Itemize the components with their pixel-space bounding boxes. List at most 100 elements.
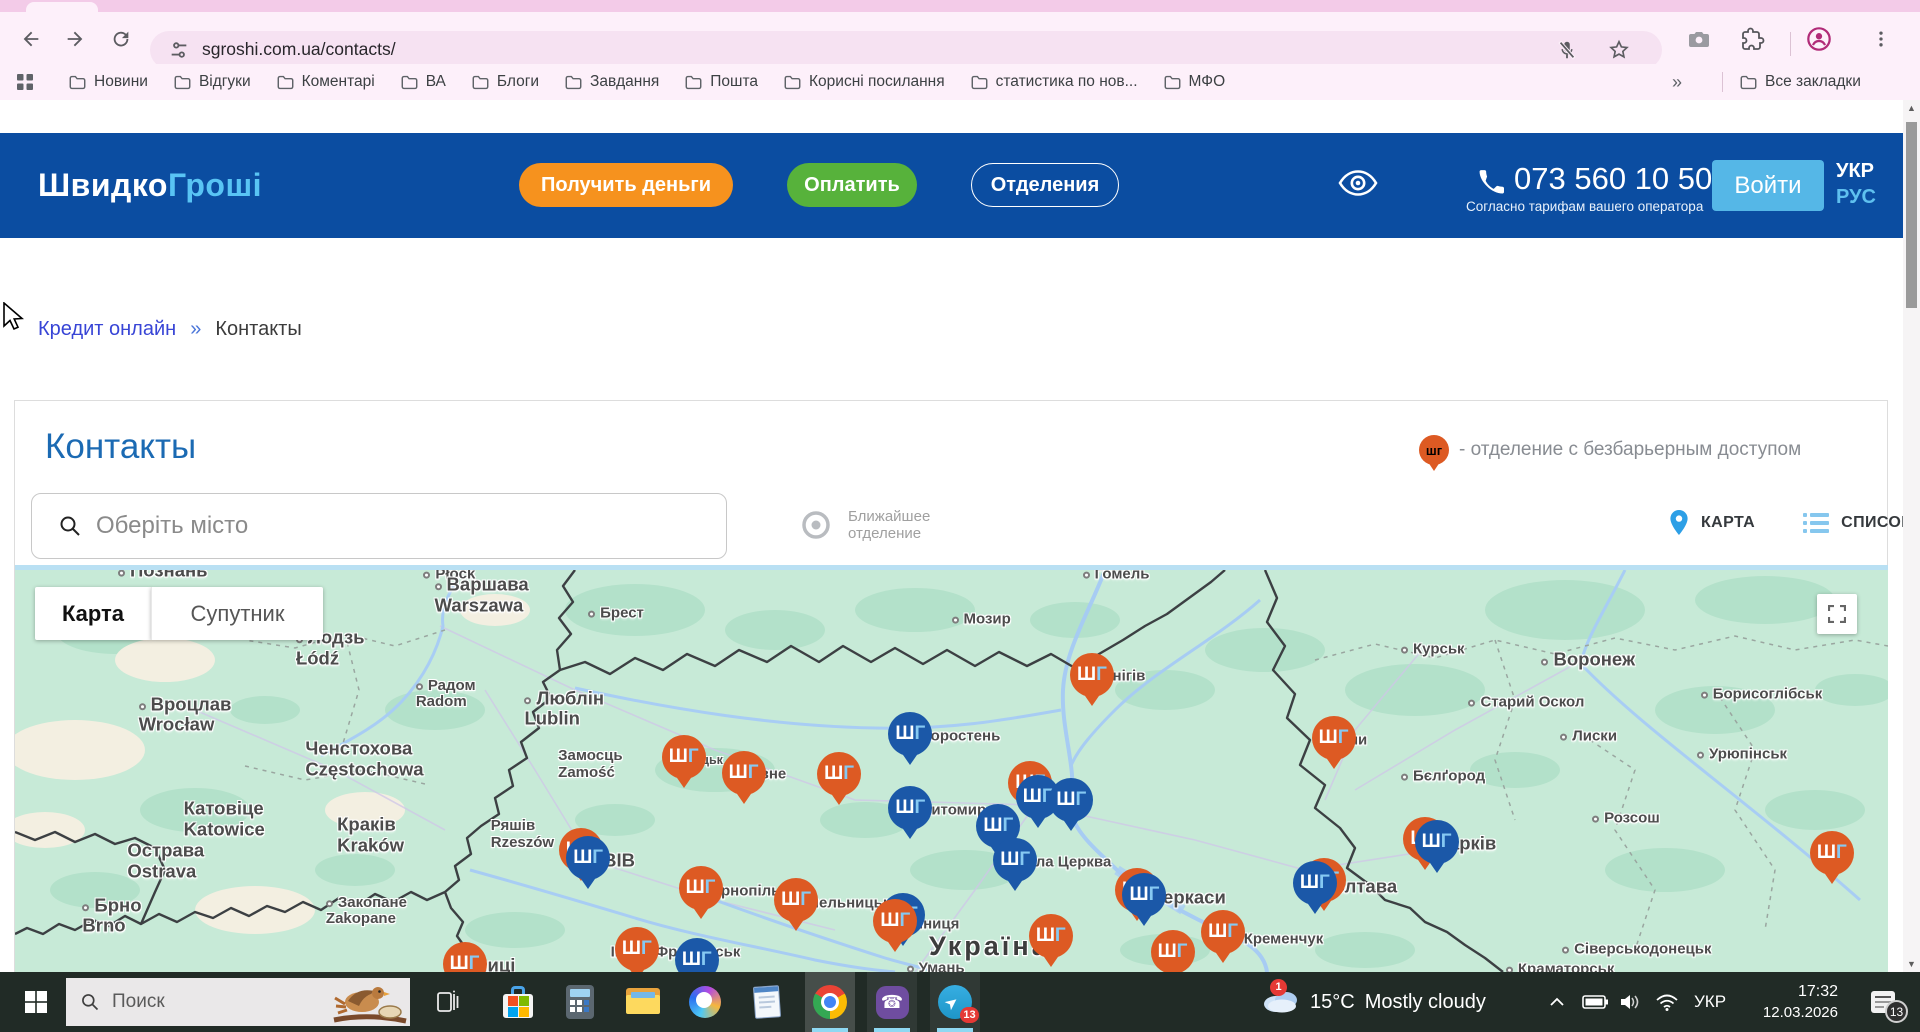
profile-avatar[interactable] [1806,26,1832,52]
bookmark-star-icon[interactable] [1608,39,1630,61]
task-view-button[interactable] [424,972,470,1032]
bookmark-folder[interactable]: Корисні посилання [771,68,958,96]
taskbar-app-copilot[interactable] [680,972,730,1032]
taskbar-app-viber[interactable]: ☎ [867,972,917,1032]
branch-marker[interactable]: ШГ [993,838,1037,882]
speaker-icon [1619,993,1641,1011]
branch-marker-accessible[interactable]: ШГ [1201,910,1245,954]
start-button[interactable] [14,972,58,1032]
folder-icon [784,75,801,90]
apps-grid-icon [16,73,34,91]
ms-store-icon [502,986,534,1018]
fullscreen-icon [1828,605,1846,623]
taskbar-app-telegram[interactable]: ➤ 13 [930,972,980,1032]
branch-marker-accessible[interactable]: ШГ [1810,831,1854,875]
breadcrumb-link[interactable]: Кредит онлайн [38,318,176,340]
map-type-satellite-button[interactable]: Супутник [151,587,323,640]
bookmarks-overflow-button[interactable]: » [1672,64,1682,100]
map-label: ЗамосцьZamość [558,748,622,782]
bookmark-folder[interactable]: МФО [1151,68,1239,96]
browser-active-tab[interactable] [26,2,98,12]
bookmark-folder[interactable]: Завдання [552,68,672,96]
site-info-icon[interactable] [168,39,190,61]
branch-marker[interactable]: ШГ [888,712,932,756]
tray-language[interactable]: УКР [1694,972,1726,1032]
map-type-map-button[interactable]: Карта [35,587,151,640]
apps-grid-button[interactable] [16,73,34,96]
bookmark-folder[interactable]: Новини [56,68,161,96]
taskbar-weather[interactable]: 1 15°C Mostly cloudy [1262,972,1486,1032]
accessibility-eye-button[interactable] [1338,169,1378,202]
branch-marker-accessible[interactable]: ШГ [817,752,861,796]
bookmark-folder[interactable]: Коментарі [264,68,388,96]
copilot-icon [689,986,721,1018]
tray-wifi[interactable] [1650,972,1684,1032]
lang-ukr[interactable]: УКР [1836,160,1874,183]
tray-battery[interactable] [1578,972,1612,1032]
branch-marker-accessible[interactable]: ШГ [873,899,917,943]
all-bookmarks-button[interactable]: Все закладки [1740,64,1861,100]
city-search-input[interactable] [96,512,656,540]
legend-text: - отделение с безбарьерным доступом [1459,439,1801,461]
branch-marker[interactable]: ШГ [1293,861,1337,905]
lang-rus[interactable]: РУС [1836,186,1876,209]
branches-map[interactable]: ПознаньPłockВаршаваWarszawaБрестГомельМо… [15,570,1888,972]
folder-icon [685,75,702,90]
branch-marker[interactable]: ШГ [1415,820,1459,864]
forward-button[interactable] [62,26,88,52]
weather-temp: 15°C [1310,991,1355,1014]
taskbar-app-store[interactable] [493,972,543,1032]
pay-button[interactable]: Оплатить [787,163,917,207]
branch-marker-accessible[interactable]: ШГ [1312,716,1356,760]
scrollbar-up-arrow[interactable]: ▲ [1903,100,1920,116]
branch-marker-accessible[interactable]: ШГ [679,866,723,910]
view-map-button[interactable]: КАРТА [1701,514,1755,532]
bookmark-folder[interactable]: статистика по нов... [958,68,1151,96]
phone-number[interactable]: 073 560 10 50 [1514,161,1712,197]
browser-menu-button[interactable] [1868,26,1894,52]
reload-icon [110,28,132,50]
mic-off-icon[interactable] [1556,39,1578,61]
notepad-icon [753,985,781,1019]
branch-marker-accessible[interactable]: ШГ [662,735,706,779]
taskbar-search[interactable] [66,978,410,1026]
notification-center-button[interactable]: 13 [1856,972,1910,1032]
bookmark-folder[interactable]: Пошта [672,68,771,96]
branch-marker-accessible[interactable]: ШГ [615,927,659,971]
back-button[interactable] [18,26,44,52]
tray-volume[interactable] [1614,972,1646,1032]
branch-marker-accessible[interactable]: ШГ [722,751,766,795]
reload-button[interactable] [108,26,134,52]
taskbar-app-notepad[interactable] [742,972,792,1032]
site-logo[interactable]: ШвидкоГроші [38,167,262,204]
tray-clock[interactable]: 17:32 12.03.2026 [1728,972,1838,1032]
login-button[interactable]: Войти [1712,160,1824,211]
city-search[interactable] [31,493,727,559]
branches-button[interactable]: Отделения [971,163,1119,207]
toolbar-divider [1790,32,1791,56]
bookmark-folder[interactable]: Відгуки [161,68,264,96]
branch-marker-accessible[interactable]: ШГ [774,878,818,922]
extensions-button[interactable] [1740,26,1766,52]
search-highlight-bird-image[interactable] [332,980,408,1026]
scrollbar-down-arrow[interactable]: ▼ [1903,956,1920,972]
map-fullscreen-button[interactable] [1817,594,1857,634]
branch-marker-accessible[interactable]: ШГ [1070,653,1114,697]
nearest-branch-button[interactable]: Ближайшее отделение [798,507,930,543]
page-scrollbar[interactable]: ▲ ▼ [1903,100,1920,972]
scrollbar-thumb[interactable] [1906,122,1917,308]
view-list-button[interactable]: СПИСОК [1841,514,1911,532]
bookmark-folder[interactable]: ВА [388,68,459,96]
taskbar-search-input[interactable] [112,991,292,1013]
taskbar-app-file-explorer[interactable] [618,972,668,1032]
url-text[interactable]: sgroshi.com.ua/contacts/ [202,39,396,60]
bookmark-folder[interactable]: Блоги [459,68,552,96]
map-label: Розсош [1592,811,1660,828]
branch-marker-accessible[interactable]: ШГ [1029,914,1073,958]
tray-chevron-button[interactable] [1542,972,1572,1032]
taskbar-app-calculator[interactable] [555,972,605,1032]
taskbar-app-chrome[interactable] [805,972,855,1032]
screenshot-camera-button[interactable] [1686,26,1712,52]
get-money-button[interactable]: Получить деньги [519,163,733,207]
branch-marker-accessible[interactable]: ШГ [1151,930,1195,972]
